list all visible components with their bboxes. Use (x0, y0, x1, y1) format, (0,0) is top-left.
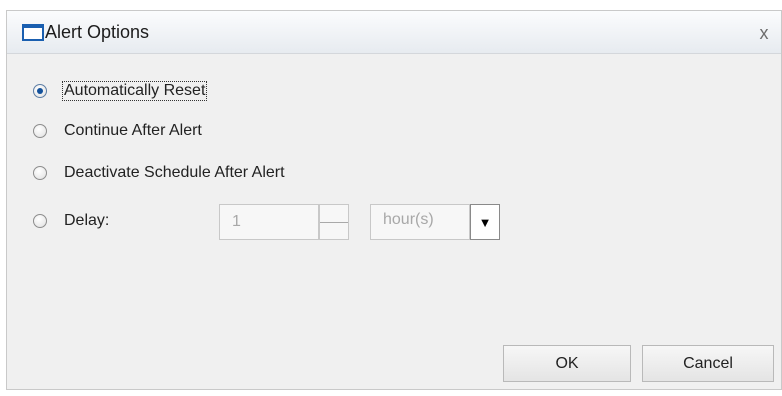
spinner-up-button[interactable] (320, 205, 348, 223)
radio-deactivate-schedule[interactable] (33, 166, 47, 180)
cancel-button[interactable]: Cancel (642, 345, 774, 382)
delay-unit-select[interactable]: hour(s) ▼ (370, 204, 500, 240)
option-automatically-reset[interactable]: Automatically Reset (33, 80, 208, 102)
spinner-down-button[interactable] (320, 223, 348, 240)
delay-spinner[interactable] (319, 204, 349, 240)
radio-delay[interactable] (33, 214, 47, 228)
window-icon (22, 24, 44, 41)
dropdown-arrow-icon[interactable]: ▼ (470, 204, 500, 240)
option-label: Continue After Alert (64, 122, 202, 139)
delay-value-input[interactable]: 1 (219, 204, 319, 240)
dialog-title: Alert Options (45, 22, 150, 42)
delay-unit-value[interactable]: hour(s) (370, 204, 470, 240)
option-label: Delay: (64, 212, 110, 229)
close-button[interactable]: x (753, 23, 775, 43)
radio-automatically-reset[interactable] (33, 84, 47, 98)
option-label: Automatically Reset (62, 81, 208, 101)
option-deactivate-schedule[interactable]: Deactivate Schedule After Alert (33, 162, 285, 184)
alert-options-dialog: Alert Options x Automatically Reset Cont… (6, 10, 782, 390)
dialog-titlebar: Alert Options x (7, 11, 781, 54)
ok-button[interactable]: OK (503, 345, 631, 382)
option-delay[interactable]: Delay: (33, 210, 109, 232)
option-continue-after-alert[interactable]: Continue After Alert (33, 120, 202, 142)
option-label: Deactivate Schedule After Alert (64, 164, 285, 181)
radio-continue-after-alert[interactable] (33, 124, 47, 138)
